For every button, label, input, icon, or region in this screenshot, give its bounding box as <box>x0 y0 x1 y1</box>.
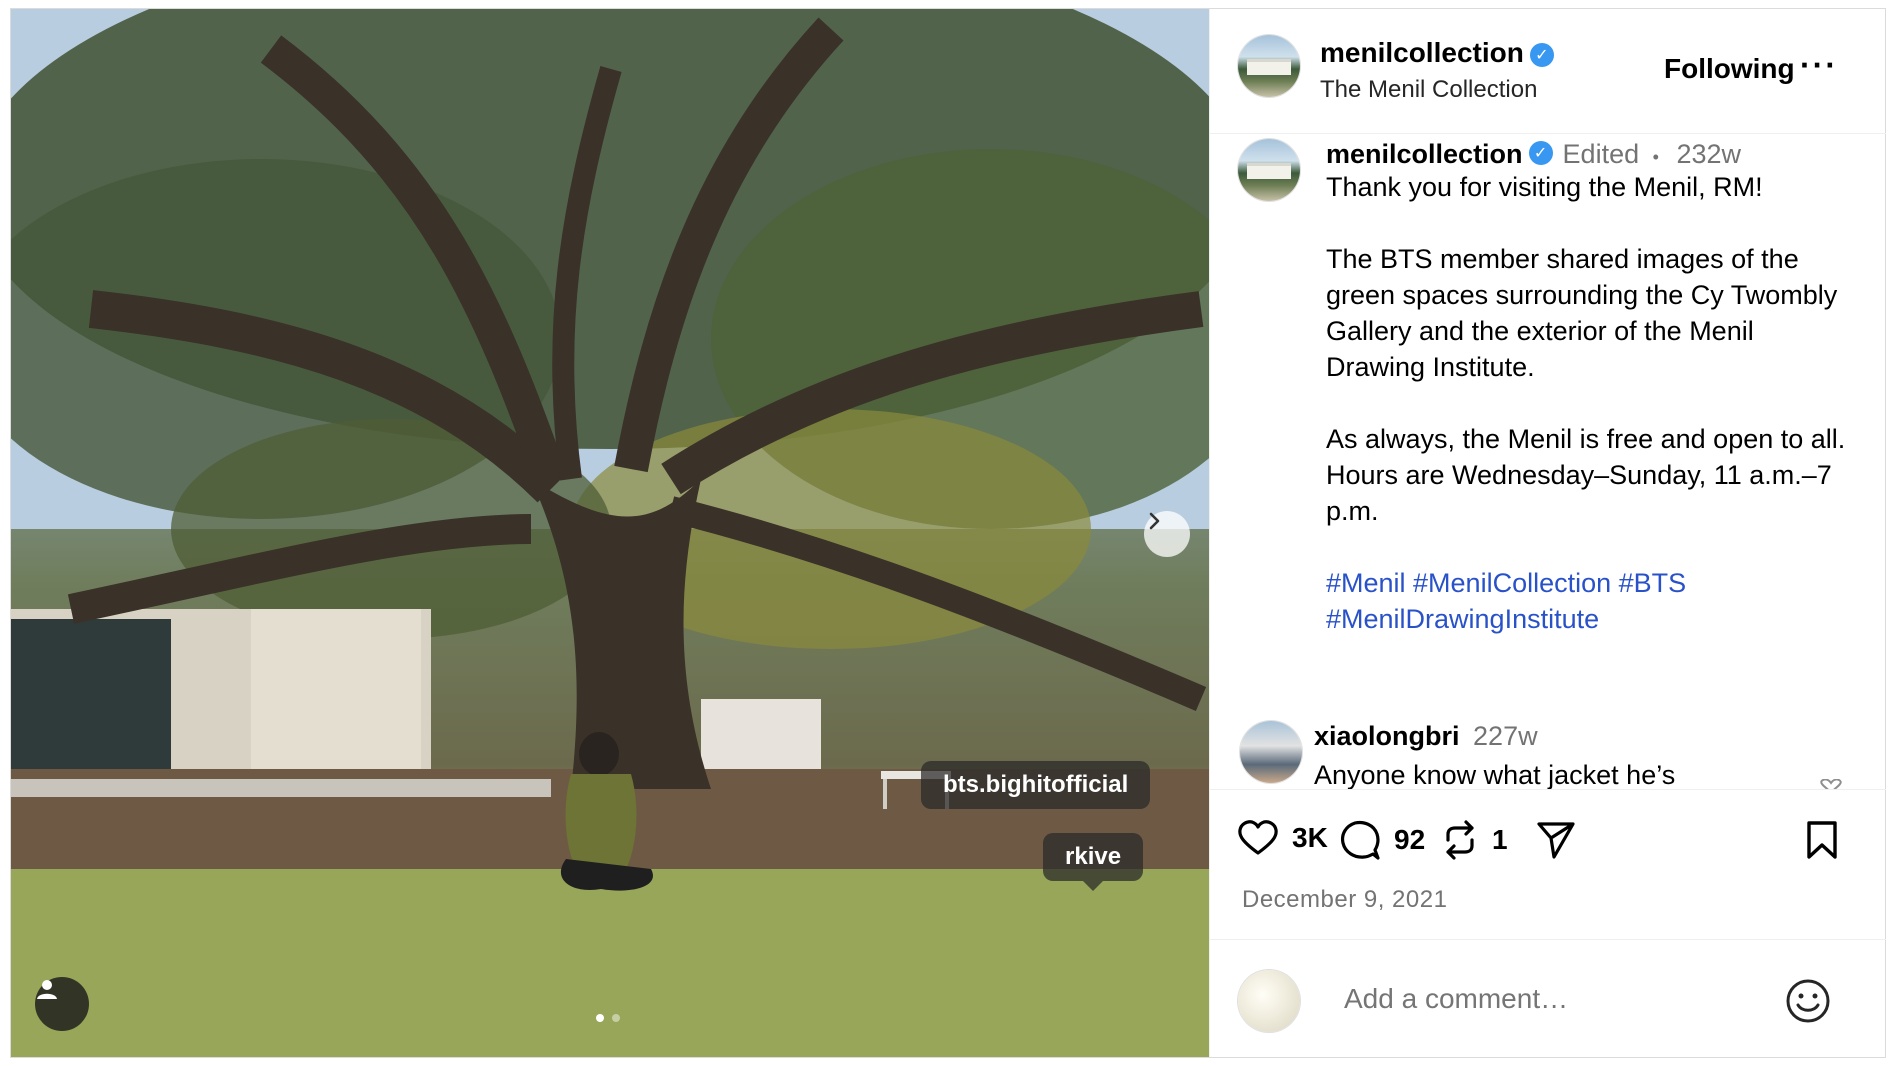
post-header: menilcollection ✓ The Menil Collection Fo… <box>1210 9 1886 134</box>
caption-text: Thank you for visiting the Menil, RM! Th… <box>1326 169 1856 673</box>
header-full-name: The Menil Collection <box>1320 75 1538 103</box>
add-comment-bar <box>1210 939 1886 1058</box>
following-button[interactable]: Following <box>1664 53 1795 85</box>
post-photo[interactable]: bts.bighitofficial rkive <box>11 9 1209 1057</box>
post-dialog: bts.bighitofficial rkive menilcollection… <box>10 8 1886 1058</box>
avatar[interactable] <box>1238 35 1300 97</box>
user-tag-bts-bighitofficial[interactable]: bts.bighitofficial <box>921 761 1151 809</box>
tag-label: rkive <box>1065 843 1122 870</box>
repost-count[interactable]: 1 <box>1492 824 1508 856</box>
caption-paragraph: The BTS member shared images of the gree… <box>1326 244 1838 382</box>
header-username[interactable]: menilcollection <box>1320 37 1524 68</box>
comment-username[interactable]: xiaolongbri <box>1314 721 1460 751</box>
carousel-dot-active <box>596 1014 604 1022</box>
comment-text: Anyone know what jacket he’s <box>1314 760 1676 789</box>
carousel-next-button[interactable] <box>1144 511 1190 557</box>
tree-scene-illustration <box>11 9 1209 1057</box>
caption-paragraph: As always, the Menil is free and open to… <box>1326 424 1846 526</box>
verified-badge-icon: ✓ <box>1529 42 1554 67</box>
comment-input[interactable] <box>1342 982 1766 1016</box>
like-count[interactable]: 3K <box>1292 822 1328 854</box>
dot-separator: • <box>1652 147 1659 167</box>
post-side-panel: menilcollection ✓ The Menil Collection Fo… <box>1209 9 1886 1057</box>
carousel-indicator <box>596 1014 620 1022</box>
avatar[interactable] <box>1240 721 1302 783</box>
edited-label: Edited <box>1562 139 1640 169</box>
heart-icon <box>1238 820 1278 855</box>
save-button[interactable] <box>1806 820 1838 860</box>
repost-icon <box>1446 820 1474 860</box>
caption-age[interactable]: 232w <box>1676 139 1741 169</box>
verified-badge-icon: ✓ <box>1528 140 1553 165</box>
caption-scroll-area[interactable]: menilcollection ✓ Edited • 232w Thank you … <box>1210 133 1886 789</box>
like-button[interactable]: 3K <box>1238 820 1328 856</box>
caption-line: Thank you for visiting the Menil, RM! <box>1326 172 1763 202</box>
post-actions: 3K 92 1 December 9, 2021 <box>1210 789 1886 940</box>
comment-age[interactable]: 227w <box>1473 721 1538 751</box>
current-user-avatar[interactable] <box>1238 970 1300 1032</box>
comment-count[interactable]: 92 <box>1394 824 1425 856</box>
carousel-dot <box>612 1014 620 1022</box>
more-options-icon[interactable]: ··· <box>1800 47 1838 84</box>
chevron-right-icon <box>1149 512 1160 530</box>
tagged-users-button[interactable] <box>35 977 89 1031</box>
user-tag-rkive[interactable]: rkive <box>1043 833 1144 891</box>
repost-button[interactable]: 1 <box>1442 820 1508 860</box>
share-button[interactable] <box>1536 820 1576 860</box>
caption-hashtags[interactable]: #Menil #MenilCollection #BTS #MenilDrawi… <box>1326 565 1856 637</box>
avatar[interactable] <box>1238 139 1300 201</box>
emoji-icon[interactable] <box>1785 978 1831 1024</box>
comment-icon <box>1340 820 1380 860</box>
post-date[interactable]: December 9, 2021 <box>1242 886 1447 914</box>
user-icon <box>37 980 57 999</box>
bookmark-icon <box>1807 821 1837 859</box>
share-icon <box>1537 822 1575 859</box>
comment-heart-icon[interactable] <box>1818 779 1844 789</box>
caption-username[interactable]: menilcollection <box>1326 139 1523 169</box>
tag-label: bts.bighitofficial <box>943 771 1129 798</box>
comment-button[interactable]: 92 <box>1340 820 1425 860</box>
